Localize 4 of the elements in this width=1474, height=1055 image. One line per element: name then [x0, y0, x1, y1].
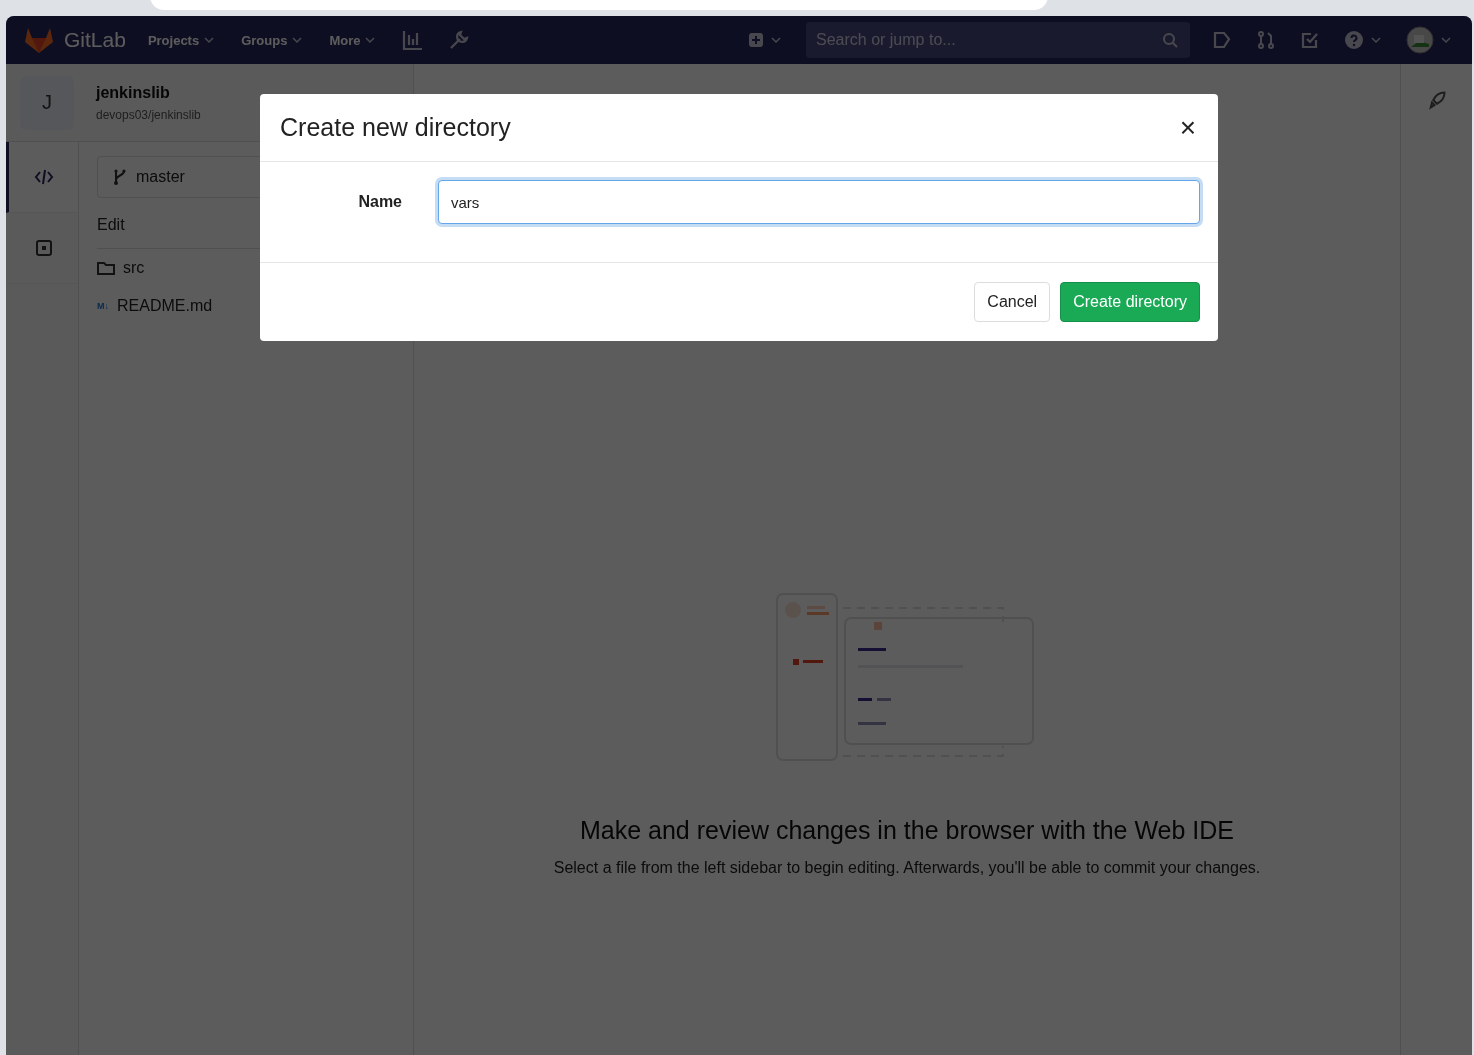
empty-state-title: Make and review changes in the browser with the Web IDE — [580, 816, 1234, 845]
modal-title: Create new directory — [280, 113, 511, 142]
markdown-label: M↓ — [97, 301, 109, 311]
empty-state-text: Select a file from the left sidebar to begin editing. Afterwards, you'll be able to commit your changes. — [553, 859, 1261, 877]
